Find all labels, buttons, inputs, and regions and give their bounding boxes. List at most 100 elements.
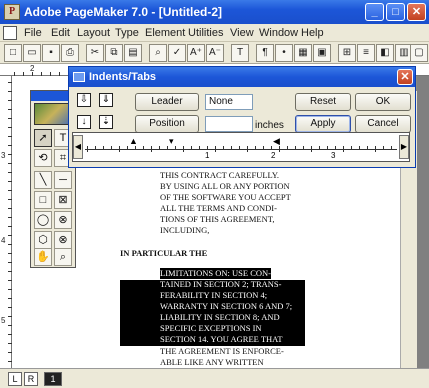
tab-ruler-tick xyxy=(271,146,272,149)
polygon-tool-icon[interactable]: ⬡ xyxy=(34,231,52,249)
open-icon[interactable]: ▭ xyxy=(23,44,41,62)
layers-icon[interactable]: ≡ xyxy=(357,44,375,62)
ok-button[interactable]: OK xyxy=(355,93,411,111)
selected-line: TAINED IN SECTION 2; TRANS- xyxy=(160,279,282,289)
new-doc-icon[interactable]: □ xyxy=(4,44,22,62)
tab-ruler-tick xyxy=(87,146,88,152)
font-size-up-icon[interactable]: A⁺ xyxy=(187,44,205,62)
right-tab-icon[interactable]: ⇓ xyxy=(99,93,113,107)
rotate-tool-icon[interactable]: ⟲ xyxy=(34,149,52,167)
ruler-left-number: 5 xyxy=(1,316,6,325)
selected-line: SECTION 14. YOU AGREE THAT xyxy=(160,334,283,344)
colors-icon[interactable]: ◧ xyxy=(376,44,394,62)
find-icon[interactable]: ⌕ xyxy=(149,44,167,62)
left-master-page-icon[interactable]: L xyxy=(8,372,22,386)
tab-ruler-number: 3 xyxy=(331,151,336,160)
link-icon[interactable]: ⊞ xyxy=(338,44,356,62)
frame-icon[interactable]: ▦ xyxy=(294,44,312,62)
menu-help[interactable]: Help xyxy=(301,27,324,39)
decimal-tab-icon[interactable]: ⇣ xyxy=(99,115,113,129)
apply-button[interactable]: Apply xyxy=(295,115,351,133)
tab-ruler-tick xyxy=(375,146,376,152)
pagemaker-app-icon[interactable]: P xyxy=(4,4,20,20)
page-1-icon[interactable]: 1 xyxy=(44,372,62,386)
document-icon[interactable] xyxy=(3,26,17,40)
leader-field[interactable]: None xyxy=(205,94,253,110)
paste-icon[interactable]: ▤ xyxy=(124,44,142,62)
tab-ruler-tick xyxy=(239,146,240,149)
spell-icon[interactable]: ✓ xyxy=(168,44,186,62)
tab-ruler-tick xyxy=(319,146,320,149)
rectangle-tool-icon[interactable]: □ xyxy=(34,191,52,209)
dialog-title-bar[interactable]: Indents/Tabs ✕ xyxy=(69,67,415,87)
menu-window[interactable]: Window xyxy=(259,27,298,39)
text-line: ALL THE TERMS AND CONDI- xyxy=(160,203,277,213)
selected-text[interactable]: LIMITATIONS ON: USE CON- TAINED IN SECTI… xyxy=(160,268,292,345)
bullet-icon[interactable]: • xyxy=(275,44,293,62)
tab-ruler-tick xyxy=(199,146,200,149)
text-heading[interactable]: IN PARTICULAR THE xyxy=(120,248,207,259)
close-window-button[interactable]: ✕ xyxy=(407,3,426,21)
maximize-button[interactable]: □ xyxy=(386,3,405,21)
text-line: THIS CONTRACT CAREFULLY. xyxy=(160,170,280,180)
tab-ruler-tick xyxy=(223,146,224,149)
left-indent-marker[interactable]: ▲ xyxy=(129,136,138,146)
cut-icon[interactable]: ✂ xyxy=(86,44,104,62)
tab-ruler[interactable]: ◀ ▶ ▲ ▾ ◀ 1 2 3 xyxy=(72,132,410,162)
menu-utilities[interactable]: Utilities xyxy=(188,27,223,39)
ellipse-frame-tool-icon[interactable]: ⊗ xyxy=(54,211,72,229)
save-icon[interactable]: ▪ xyxy=(42,44,60,62)
polygon-frame-tool-icon[interactable]: ⊗ xyxy=(54,231,72,249)
paragraph-icon[interactable]: ¶ xyxy=(256,44,274,62)
image-icon[interactable]: ▣ xyxy=(313,44,331,62)
first-line-indent-marker[interactable]: ▾ xyxy=(169,136,174,147)
pointer-tool-icon[interactable]: ➚ xyxy=(34,129,52,147)
text-line: INCLUDING, xyxy=(160,225,210,235)
cancel-button[interactable]: Cancel xyxy=(355,115,411,133)
text-icon[interactable]: T xyxy=(231,44,249,62)
menu-element[interactable]: Element xyxy=(145,27,185,39)
text-paragraph[interactable]: THIS CONTRACT CAREFULLY. BY USING ALL OR… xyxy=(160,170,291,236)
menu-edit[interactable]: Edit xyxy=(51,27,70,39)
tab-ruler-tick xyxy=(175,146,176,149)
position-field[interactable] xyxy=(205,116,253,132)
title-bar: P Adobe PageMaker 7.0 - [Untitled-2] _ □… xyxy=(0,0,429,24)
tab-ruler-scroll-left-icon[interactable]: ◀ xyxy=(73,135,83,159)
menu-type[interactable]: Type xyxy=(115,27,139,39)
ellipse-tool-icon[interactable]: ◯ xyxy=(34,211,52,229)
hand-tool-icon[interactable]: ✋ xyxy=(34,248,52,266)
tab-ruler-tick xyxy=(143,146,144,149)
constrained-line-tool-icon[interactable]: ─ xyxy=(54,171,72,189)
reset-button[interactable]: Reset xyxy=(295,93,351,111)
text-paragraph-trailing[interactable]: THE AGREEMENT IS ENFORCE- ABLE LIKE ANY … xyxy=(160,346,284,368)
menu-file[interactable]: File xyxy=(24,27,42,39)
print-icon[interactable]: ⎙ xyxy=(61,44,79,62)
tab-ruler-tick xyxy=(295,146,296,149)
tab-ruler-tick xyxy=(367,146,368,149)
font-size-down-icon[interactable]: A⁻ xyxy=(206,44,224,62)
rectangle-frame-tool-icon[interactable]: ⊠ xyxy=(54,191,72,209)
tab-ruler-tick xyxy=(287,146,288,149)
center-tab-icon[interactable]: ↓ xyxy=(77,115,91,129)
line-tool-icon[interactable]: ╲ xyxy=(34,171,52,189)
dialog-icon xyxy=(73,72,85,82)
tab-ruler-scroll-right-icon[interactable]: ▶ xyxy=(399,135,409,159)
position-button[interactable]: Position xyxy=(135,115,199,133)
right-master-page-icon[interactable]: R xyxy=(24,372,38,386)
menu-view[interactable]: View xyxy=(230,27,254,39)
menu-layout[interactable]: Layout xyxy=(77,27,110,39)
text-line: BY USING ALL OR ANY PORTION xyxy=(160,181,290,191)
leader-button[interactable]: Leader xyxy=(135,93,199,111)
copy-icon[interactable]: ⧉ xyxy=(105,44,123,62)
left-tab-icon[interactable]: ⇩ xyxy=(77,93,91,107)
image-thumbnail xyxy=(34,103,72,125)
selected-line: SPECIFIC EXCEPTIONS IN xyxy=(160,323,262,333)
zoom-tool-icon[interactable]: ⌕ xyxy=(54,248,72,266)
vertical-ruler[interactable]: 3 4 5 xyxy=(0,76,12,376)
page-icon[interactable]: ▢ xyxy=(410,44,428,62)
tab-ruler-tick xyxy=(103,146,104,149)
dialog-close-button[interactable]: ✕ xyxy=(397,69,413,85)
tab-ruler-tick xyxy=(343,146,344,152)
tab-ruler-tick xyxy=(335,146,336,149)
minimize-button[interactable]: _ xyxy=(365,3,384,21)
